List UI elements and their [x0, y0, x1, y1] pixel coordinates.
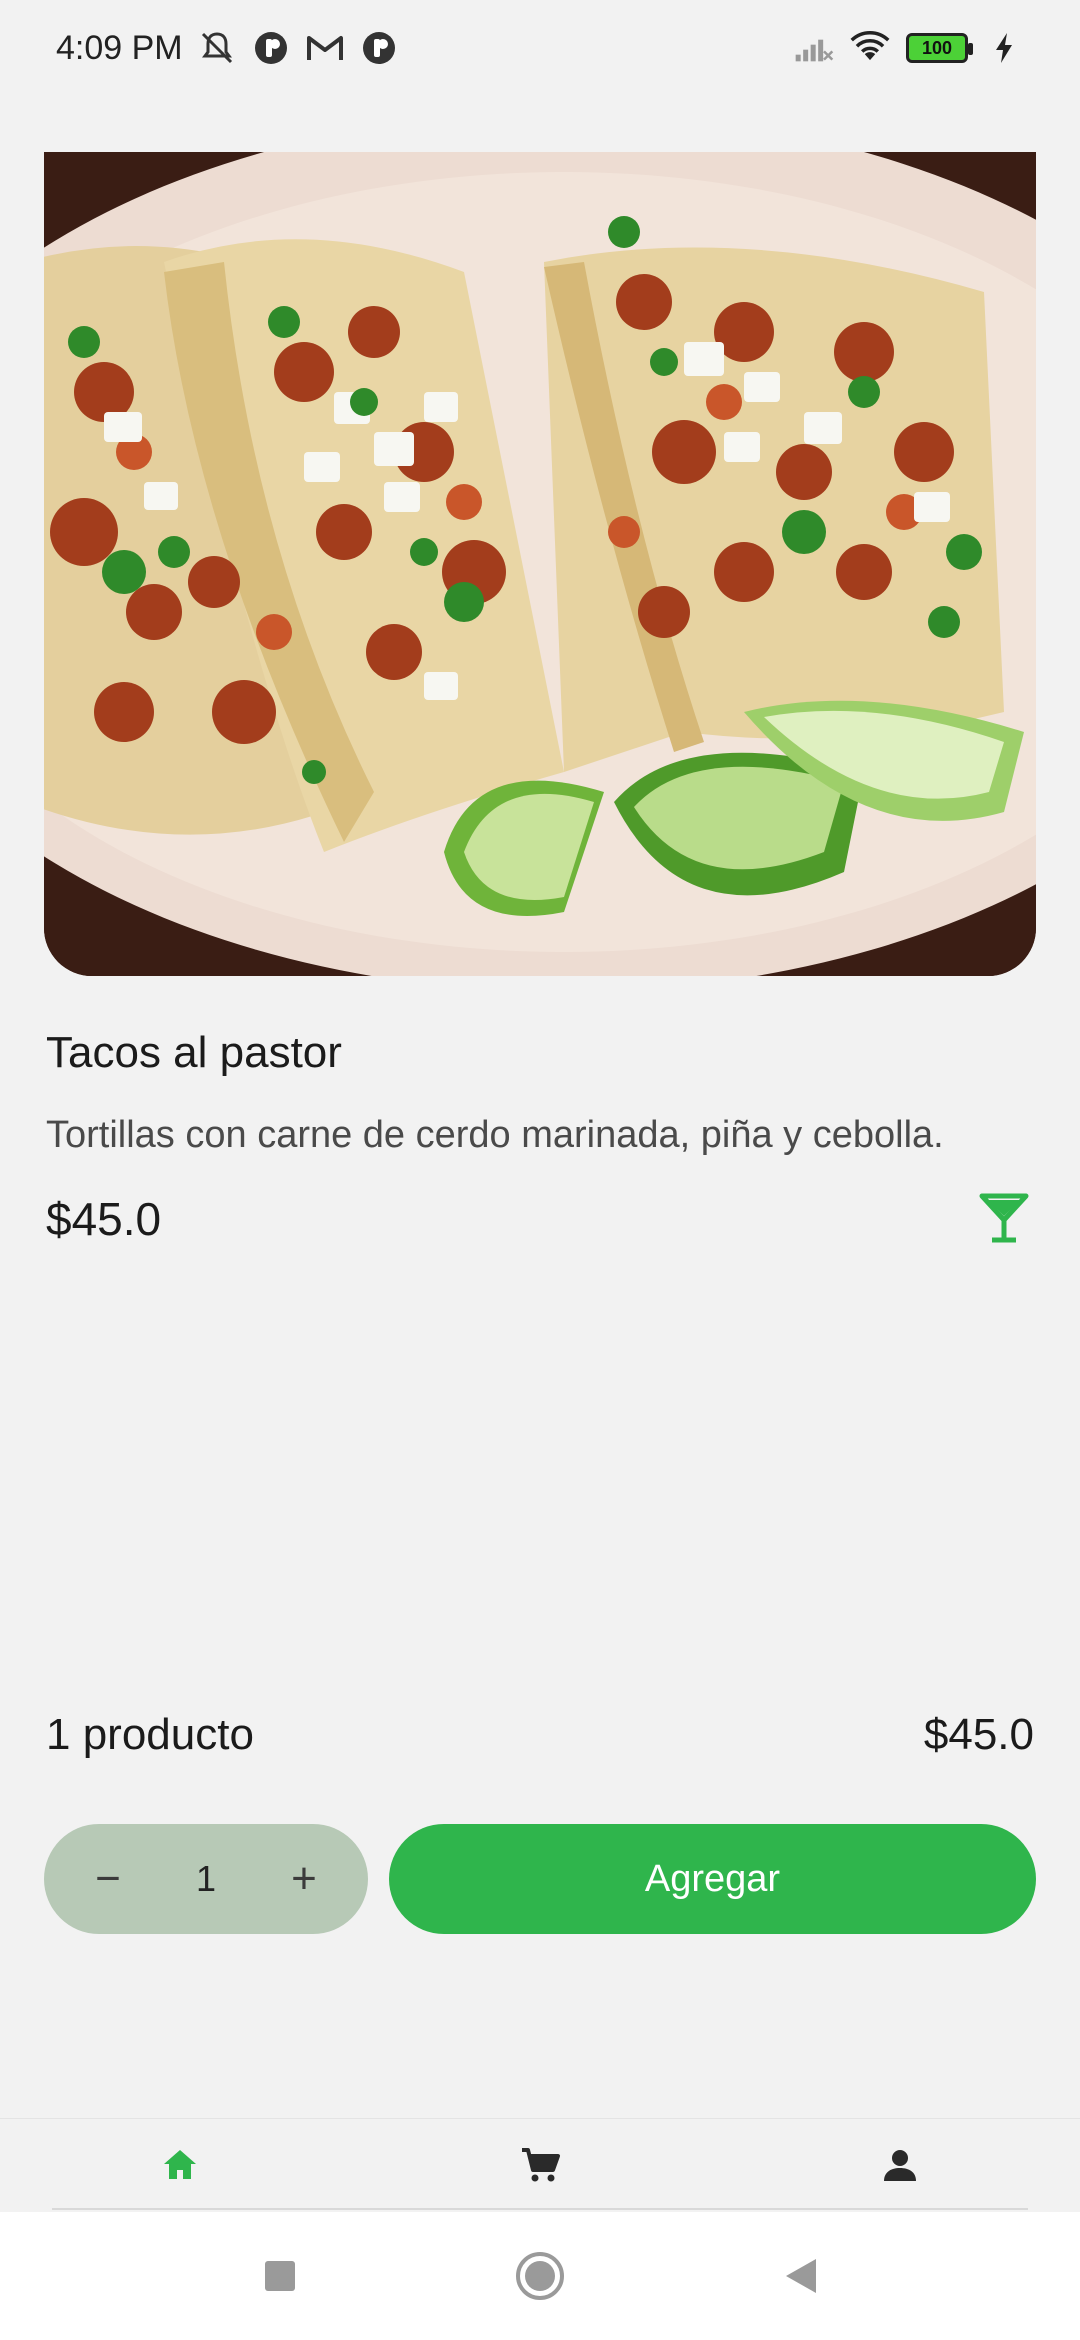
add-to-cart-button[interactable]: Agregar	[389, 1824, 1036, 1934]
bottom-nav	[0, 2118, 1080, 2210]
product-description: Tortillas con carne de cerdo marinada, p…	[46, 1114, 944, 1156]
back-triangle-icon	[786, 2259, 816, 2293]
product-detail-screen: 4:09 PM 100 Tacos al pastor Tortillas co…	[0, 0, 1080, 2340]
total-price: $45.0	[923, 1710, 1034, 1759]
app-notification-icon	[251, 28, 291, 68]
battery-level: 100	[921, 37, 953, 58]
back-button[interactable]	[770, 2246, 830, 2306]
nav-home[interactable]	[120, 2125, 240, 2205]
home-icon	[164, 2149, 196, 2179]
notification-icons	[197, 28, 399, 68]
signal-icon	[794, 28, 834, 68]
status-bar: 4:09 PM 100	[0, 0, 1080, 96]
gmail-icon	[305, 28, 345, 68]
nav-profile[interactable]	[840, 2125, 960, 2205]
status-right: 100	[794, 28, 1024, 68]
square-icon	[265, 2261, 295, 2291]
decrement-button[interactable]: −	[78, 1849, 138, 1909]
nav-divider	[52, 2208, 1028, 2210]
cocktail-icon	[976, 1190, 1032, 1246]
quantity-stepper: − 1 +	[44, 1824, 368, 1934]
app-notification-icon	[359, 28, 399, 68]
system-nav-bar	[0, 2212, 1080, 2340]
battery-icon: 100	[906, 33, 973, 63]
status-left: 4:09 PM	[56, 28, 399, 68]
status-time: 4:09 PM	[56, 28, 183, 67]
wifi-icon	[850, 28, 890, 68]
mute-icon	[197, 28, 237, 68]
product-image	[44, 152, 1036, 976]
product-name: Tacos al pastor	[46, 1028, 342, 1077]
increment-button[interactable]: +	[274, 1849, 334, 1909]
product-price: $45.0	[46, 1193, 162, 1245]
profile-icon	[884, 2149, 916, 2181]
item-count: 1 producto	[46, 1710, 254, 1759]
charging-icon	[984, 28, 1024, 68]
circle-icon	[516, 2252, 564, 2300]
quantity-value: 1	[195, 1858, 217, 1899]
recents-button[interactable]	[250, 2246, 310, 2306]
cart-icon	[522, 2147, 560, 2181]
home-button[interactable]	[510, 2246, 570, 2306]
nav-cart[interactable]	[480, 2125, 600, 2205]
